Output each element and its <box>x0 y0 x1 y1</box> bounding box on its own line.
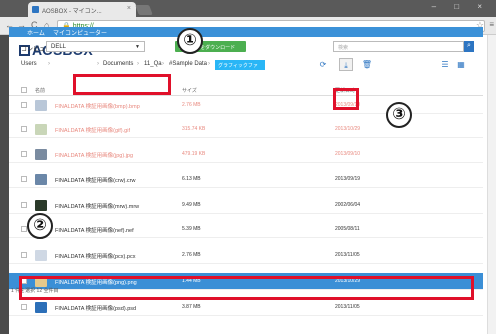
table-row[interactable]: FINALDATA 検証用画像(bmp).bmp 2.76 MB 2013/09/1… <box>9 97 483 114</box>
table-row[interactable]: FINALDATA 検証用画像(jpg).jpg 479.19 KB 2013/09… <box>9 146 483 163</box>
table-row[interactable]: FINALDATA 検証用画像(mrw).mrw 9.49 MB 2002/06/0… <box>9 197 483 214</box>
file-size: 3.87 MB <box>182 304 201 310</box>
breadcrumb: Users › › Documents › 11_Qa › #Sample Da… <box>9 58 483 76</box>
browser-window: AOSBOX - マイコン... × – □ × ← → C ⌂ 🔒https:… <box>0 0 496 334</box>
file-size: 479.19 KB <box>182 151 206 157</box>
image-file-icon <box>35 149 47 160</box>
file-name[interactable]: FINALDATA 検証用画像(mrw).mrw <box>55 202 139 210</box>
file-name[interactable]: FINALDATA 検証用画像(bmp).bmp <box>55 102 140 110</box>
breadcrumb-sep: › <box>208 61 210 67</box>
image-file-icon <box>35 174 47 185</box>
refresh-icon[interactable]: ⟳ <box>316 58 330 71</box>
file-name[interactable]: FINALDATA 検証用画像(jpg).jpg <box>55 151 133 159</box>
search-input[interactable]: 検索 <box>333 41 464 52</box>
breadcrumb-documents[interactable]: Documents <box>103 61 133 67</box>
grid-view-icon[interactable]: ▦ <box>454 58 468 71</box>
favicon-icon <box>32 6 39 13</box>
table-row[interactable]: FINALDATA 検証用画像(crw).crw 6.13 MB 2013/09/1… <box>9 171 483 188</box>
file-size: 9.49 MB <box>182 202 201 208</box>
select-all-checkbox[interactable] <box>21 87 27 93</box>
row-checkbox[interactable] <box>21 102 27 108</box>
file-size: 6.13 MB <box>182 176 201 182</box>
file-size: 2.76 MB <box>182 252 201 258</box>
computer-bar: コンピューター DELL ▼ AOSBOXをダウンロード 検索 ⌕ <box>9 39 483 55</box>
file-date: 2013/09/19 <box>335 176 361 182</box>
file-name[interactable]: FINALDATA 検証用画像(pcx).pcx <box>55 252 135 260</box>
image-file-icon <box>35 250 47 261</box>
file-date: 2005/08/11 <box>335 226 360 232</box>
image-file-icon <box>35 100 47 111</box>
computer-select-value: DELL <box>51 44 67 50</box>
new-tab-button[interactable] <box>135 5 153 15</box>
image-file-icon <box>35 302 47 313</box>
table-row[interactable]: FINALDATA 検証用画像(gif).gif 315.74 KB 2013/10… <box>9 121 483 138</box>
row-checkbox[interactable] <box>21 252 27 258</box>
file-date: 2002/06/04 <box>335 202 361 208</box>
file-date: 2013/09/10 <box>335 151 361 157</box>
breadcrumb-sep: › <box>48 61 50 67</box>
row-checkbox[interactable] <box>21 202 27 208</box>
file-name[interactable]: FINALDATA 検証用画像(psd).psd <box>55 304 136 312</box>
tab-title: AOSBOX - マイコン... <box>42 9 102 15</box>
image-file-icon <box>35 124 47 135</box>
browser-tab[interactable]: AOSBOX - マイコン... × <box>28 2 136 17</box>
breadcrumb-graphic-files[interactable]: グラフィックファイル <box>215 60 265 76</box>
file-date: 2013/11/05 <box>335 252 360 258</box>
main-nav: ホーム マイコンピューター <box>9 27 483 37</box>
window-controls[interactable]: – □ × <box>432 2 490 11</box>
tab-my-computer[interactable]: マイコンピューター <box>53 28 107 37</box>
file-date: 2013/11/05 <box>335 304 360 310</box>
tab-strip: AOSBOX - マイコン... × – □ × <box>0 0 496 17</box>
computer-select[interactable]: DELL ▼ <box>46 41 145 52</box>
file-size: 5.39 MB <box>182 226 201 232</box>
col-name[interactable]: 名前 <box>35 87 45 94</box>
file-size: 315.74 KB <box>182 126 206 132</box>
chevron-down-icon: ▼ <box>135 44 140 50</box>
row-checkbox[interactable] <box>21 304 27 310</box>
table-row[interactable]: FINALDATA 検証用画像(pcx).pcx 2.76 MB 2013/11/0… <box>9 247 483 264</box>
browser-menu-icon[interactable]: ≡ <box>489 20 494 29</box>
file-table: FINALDATA 検証用画像(bmp).bmp 2.76 MB 2013/09/1… <box>9 97 483 316</box>
close-tab-icon[interactable]: × <box>127 5 131 12</box>
highlight-computer-select <box>73 74 171 95</box>
trash-icon[interactable]: 🗑 <box>360 58 374 71</box>
breadcrumb-sep: › <box>162 61 164 67</box>
callout-1: ① <box>177 28 203 54</box>
file-name[interactable]: FINALDATA 検証用画像(nef).nef <box>55 226 134 234</box>
callout-3: ③ <box>386 102 412 128</box>
tab-home[interactable]: ホーム <box>27 28 45 37</box>
search-icon[interactable]: ⌕ <box>464 41 474 52</box>
highlight-download <box>333 88 359 110</box>
file-name[interactable]: FINALDATA 検証用画像(gif).gif <box>55 126 130 134</box>
scrollbar[interactable] <box>487 35 496 334</box>
download-icon[interactable]: ⤓ <box>339 58 353 71</box>
file-date: 2013/10/29 <box>335 126 361 132</box>
image-file-icon <box>35 200 47 211</box>
row-checkbox[interactable] <box>21 126 27 132</box>
highlight-selected-row <box>19 276 474 300</box>
list-view-icon[interactable]: ☰ <box>438 58 452 71</box>
breadcrumb-users[interactable]: Users <box>21 61 37 67</box>
row-checkbox[interactable] <box>21 176 27 182</box>
breadcrumb-11qa[interactable]: 11_Qa <box>144 61 162 67</box>
breadcrumb-sep: › <box>97 61 99 67</box>
file-name[interactable]: FINALDATA 検証用画像(crw).crw <box>55 176 135 184</box>
breadcrumb-sep: › <box>137 61 139 67</box>
col-size[interactable]: サイズ <box>182 87 197 94</box>
table-row[interactable]: FINALDATA 検証用画像(nef).nef 5.39 MB 2005/08/1… <box>9 221 483 238</box>
callout-2: ② <box>27 213 53 239</box>
row-checkbox[interactable] <box>21 151 27 157</box>
breadcrumb-sample-data[interactable]: #Sample Data <box>169 61 207 67</box>
file-size: 2.76 MB <box>182 102 201 108</box>
table-row[interactable]: FINALDATA 検証用画像(psd).psd 3.87 MB 2013/11/0… <box>9 299 483 316</box>
